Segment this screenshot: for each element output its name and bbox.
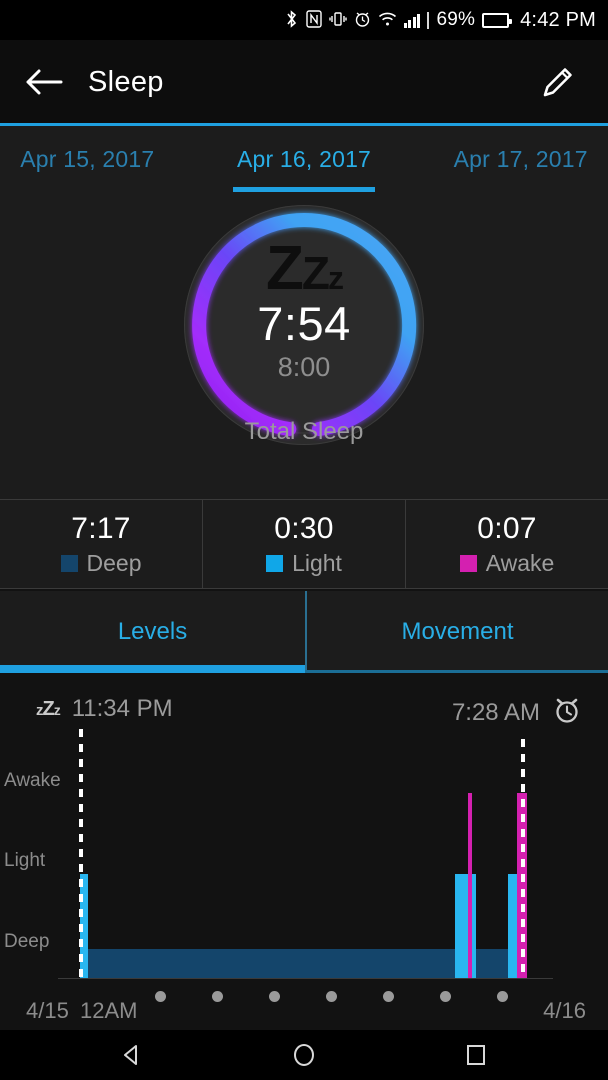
chart-header: zZz 11:34 PM 7:28 AM [0,689,608,729]
tab-active-indicator [0,665,305,673]
stats-spacer [0,460,608,499]
x-tick-dot [383,991,394,1002]
sleep-stats-row: 7:17 Deep 0:30 Light 0:07 Awake [0,499,608,589]
status-divider [427,11,430,29]
battery-icon [482,12,513,28]
back-arrow-icon [26,69,63,95]
y-label-light: Light [4,850,46,871]
tab-label: Movement [401,618,514,645]
alarm-icon [354,10,371,31]
vibrate-icon [329,10,347,31]
chart-plot-area: Awake Light Deep [0,729,608,978]
levels-series [79,729,527,978]
tab-movement[interactable]: Movement [305,591,608,673]
x-tick-dot [326,991,337,1002]
edit-button[interactable] [530,54,586,110]
x-tick-dot [212,991,223,1002]
sleep-start-time: 11:34 PM [71,695,173,722]
app-toolbar: Sleep [0,40,608,124]
nfc-icon [306,9,322,31]
sleep-screen: 69% 4:42 PM Sleep Apr 15, 2017 Apr 16, 2… [0,0,608,1080]
stat-label: Light [292,549,342,576]
chart-end-group: 7:28 AM [452,695,582,730]
home-circle-icon [294,1044,314,1066]
date-tab-label: Apr 16, 2017 [236,145,372,172]
pencil-icon [543,68,572,97]
date-tab-strip: Apr 15, 2017 Apr 16, 2017 Apr 17, 2017 [0,126,608,192]
sleep-gauge-section: ZZz 7:54 8:00 Total Sleep [0,192,608,460]
tab-label: Levels [117,618,188,645]
x-tick-dot [497,991,508,1002]
chart-start-group: zZz 11:34 PM [36,695,173,723]
stat-value: 0:30 [274,511,334,545]
stat-deep[interactable]: 7:17 Deep [0,500,202,588]
stat-label: Awake [485,549,555,576]
stat-value: 7:17 [71,511,131,545]
view-tab-strip: Levels Movement [0,591,608,673]
sleep-levels-chart: zZz 11:34 PM 7:28 AM Awake Light Deep 4/… [0,673,608,1030]
bluetooth-icon [285,9,299,32]
stat-label: Deep [86,549,142,576]
alarm-clock-icon [552,695,582,730]
x-tick-dot [155,991,166,1002]
recents-square-icon [467,1045,485,1065]
wifi-icon [378,11,397,30]
tab-levels[interactable]: Levels [0,591,305,673]
wake-time: 7:28 AM [451,698,540,726]
gauge-sleep-goal: 8:00 [277,352,331,382]
status-bar: 69% 4:42 PM [0,0,608,40]
y-label-deep: Deep [4,931,50,952]
signal-icon [403,12,421,28]
status-clock: 4:42 PM [520,8,596,31]
nav-recents-button[interactable] [449,1035,503,1075]
gauge-sleep-total: 7:54 [257,297,351,350]
battery-percent: 69% [436,9,476,30]
awake-spike-1 [468,793,472,978]
nav-back-button[interactable] [105,1035,159,1075]
back-triangle-icon [124,1045,137,1065]
x-tick-dot [269,991,280,1002]
back-button[interactable] [0,40,88,124]
date-tab-next[interactable]: Apr 17, 2017 [405,126,608,192]
gauge-caption: Total Sleep [244,418,364,445]
stat-value: 0:07 [477,511,537,545]
nav-home-button[interactable] [277,1035,331,1075]
x-label-midnight: 12AM [80,998,138,1023]
deep-swatch-icon [60,554,78,572]
page-title: Sleep [88,65,164,98]
chart-x-axis: 4/15 12AM 4/16 [0,978,608,1030]
light-bar-1 [455,874,476,978]
zzz-icon: zZz [36,697,61,720]
stat-awake[interactable]: 0:07 Awake [405,500,608,588]
awake-swatch-icon [459,554,477,572]
x-label-end-date: 4/16 [543,998,586,1023]
x-axis-line [58,978,553,979]
date-tab-label: Apr 17, 2017 [453,145,588,172]
y-label-awake: Awake [4,770,61,791]
android-nav-bar [0,1030,608,1080]
date-tab-label: Apr 15, 2017 [20,145,155,172]
sleep-gauge: ZZz 7:54 8:00 [179,200,429,450]
x-tick-dot [440,991,451,1002]
x-label-start-date: 4/15 [26,998,69,1023]
stat-light[interactable]: 0:30 Light [202,500,405,588]
light-swatch-icon [266,554,284,572]
date-tab-current[interactable]: Apr 16, 2017 [203,126,406,192]
date-tab-previous[interactable]: Apr 15, 2017 [0,126,203,192]
